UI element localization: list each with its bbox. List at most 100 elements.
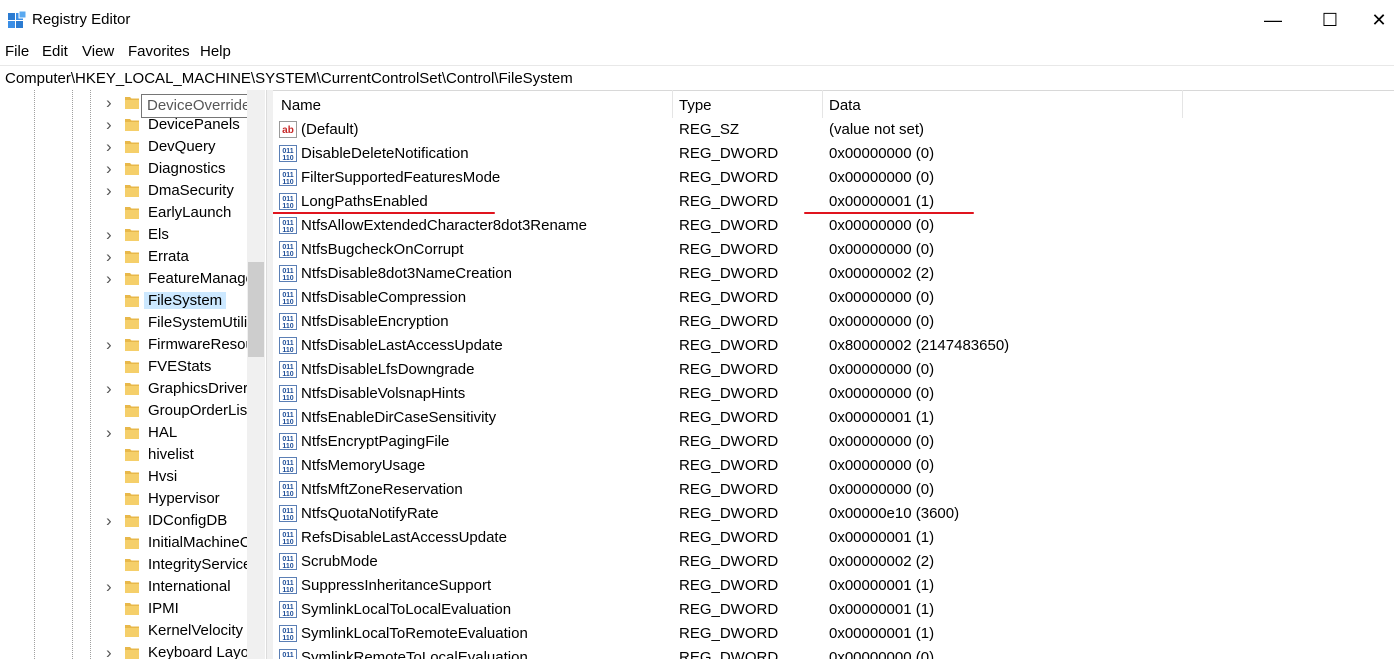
menu-favorites[interactable]: Favorites xyxy=(128,43,190,60)
tree-item[interactable]: KernelVelocity xyxy=(0,620,250,642)
value-row[interactable]: 011 110 NtfsEnableDirCaseSensitivity REG_DW… xyxy=(273,406,1394,430)
tree-item[interactable]: FVEStats xyxy=(0,356,250,378)
tree-item[interactable]: hivelist xyxy=(0,444,250,466)
value-row[interactable]: 011 110 NtfsBugcheckOnCorrupt REG_DWORD 0x00… xyxy=(273,238,1394,262)
column-divider[interactable] xyxy=(822,90,823,118)
tree-item-label: IntegrityService xyxy=(148,556,252,573)
tree-item[interactable]: › DevicePanels xyxy=(0,114,250,136)
column-header-name[interactable]: Name xyxy=(281,97,321,114)
chevron-right-icon[interactable]: › xyxy=(106,226,118,243)
value-row[interactable]: 011 110 NtfsDisableLastAccessUpdate REG_DWO… xyxy=(273,334,1394,358)
value-row[interactable]: 011 110 NtfsAllowExtendedCharacter8dot3Ren… xyxy=(273,214,1394,238)
value-row[interactable]: 011 110 NtfsDisableEncryption REG_DWORD 0x00… xyxy=(273,310,1394,334)
tree-item[interactable]: › FirmwareResou xyxy=(0,334,254,356)
binary-value-icon: 011110 xyxy=(279,265,297,282)
tree-item[interactable]: Hvsi xyxy=(0,466,250,488)
column-header-data[interactable]: Data xyxy=(829,97,861,114)
binary-value-icon: 011110 xyxy=(279,577,297,594)
value-row[interactable]: 011 110 RefsDisableLastAccessUpdate REG_DWO… xyxy=(273,526,1394,550)
chevron-right-icon[interactable]: › xyxy=(106,116,118,133)
tree-item[interactable]: IPMI xyxy=(0,598,250,620)
value-data: 0x00000000 (0) xyxy=(829,457,935,474)
value-name: NtfsEncryptPagingFile xyxy=(301,433,450,450)
value-list[interactable]: Name Type Data ab (Default) REG_SZ (value n… xyxy=(273,90,1394,659)
tree-item[interactable]: › GraphicsDriver xyxy=(0,378,250,400)
column-header-type[interactable]: Type xyxy=(679,97,712,114)
chevron-right-icon[interactable]: › xyxy=(106,138,118,155)
column-divider[interactable] xyxy=(672,90,673,118)
tree-item[interactable]: › Els xyxy=(0,224,250,246)
value-row[interactable]: 011 110 NtfsMftZoneReservation REG_DWORD 0x0… xyxy=(273,478,1394,502)
value-type: REG_DWORD xyxy=(679,433,779,450)
menu-view[interactable]: View xyxy=(82,43,114,60)
tree-item-label: InitialMachineC xyxy=(148,534,251,551)
chevron-right-icon[interactable]: › xyxy=(106,578,118,595)
pane-splitter[interactable] xyxy=(266,90,273,659)
chevron-right-icon[interactable]: › xyxy=(106,248,118,265)
maximize-button[interactable]: ☐ xyxy=(1307,0,1353,40)
address-bar[interactable]: Computer\HKEY_LOCAL_MACHINE\SYSTEM\Curre… xyxy=(0,65,1394,91)
tree-item[interactable]: › Keyboard Layo xyxy=(0,642,250,659)
chevron-right-icon[interactable]: › xyxy=(106,644,118,659)
tree-item[interactable]: GroupOrderList xyxy=(0,400,252,422)
menu-edit[interactable]: Edit xyxy=(42,43,68,60)
menu-help[interactable]: Help xyxy=(200,43,231,60)
tree-item[interactable]: › Diagnostics xyxy=(0,158,250,180)
chevron-right-icon[interactable]: › xyxy=(106,94,118,111)
menu-file[interactable]: File xyxy=(5,43,29,60)
value-row[interactable]: 011 110 SymlinkLocalToRemoteEvaluation REG_… xyxy=(273,622,1394,646)
value-row[interactable]: 011 110 NtfsDisableVolsnapHints REG_DWORD 0x… xyxy=(273,382,1394,406)
value-row[interactable]: 011 110 LongPathsEnabled REG_DWORD 0x0000000… xyxy=(273,190,1394,214)
value-name: NtfsBugcheckOnCorrupt xyxy=(301,241,464,258)
svg-text:011: 011 xyxy=(282,220,293,227)
value-name: NtfsDisable8dot3NameCreation xyxy=(301,265,512,282)
tree-item[interactable]: › HAL xyxy=(0,422,250,444)
tree-item[interactable]: IntegrityService xyxy=(0,554,252,576)
value-row[interactable]: 011 110 NtfsMemoryUsage REG_DWORD 0x00000000… xyxy=(273,454,1394,478)
value-type: REG_DWORD xyxy=(679,361,779,378)
tree-item[interactable]: › DevQuery xyxy=(0,136,250,158)
address-path[interactable]: Computer\HKEY_LOCAL_MACHINE\SYSTEM\Curre… xyxy=(5,70,573,87)
value-row[interactable]: 011 110 NtfsEncryptPagingFile REG_DWORD 0x00… xyxy=(273,430,1394,454)
tree-scrollbar-thumb[interactable] xyxy=(248,262,264,357)
tree-item-label: GroupOrderList xyxy=(148,402,252,419)
value-row[interactable]: 011 110 NtfsDisableCompression REG_DWORD 0x0… xyxy=(273,286,1394,310)
chevron-right-icon[interactable]: › xyxy=(106,380,118,397)
chevron-right-icon[interactable]: › xyxy=(106,336,118,353)
value-row[interactable]: 011 110 DisableDeleteNotification REG_DWORD… xyxy=(273,142,1394,166)
minimize-button[interactable]: — xyxy=(1250,0,1296,40)
tree-item[interactable]: › DeviceOverrides xyxy=(0,92,264,118)
close-button[interactable]: ✕ xyxy=(1364,0,1394,40)
value-row[interactable]: 011 110 SymlinkLocalToLocalEvaluation REG_D… xyxy=(273,598,1394,622)
chevron-right-icon[interactable]: › xyxy=(106,270,118,287)
tree-item[interactable]: Hypervisor xyxy=(0,488,250,510)
svg-text:110: 110 xyxy=(282,155,293,162)
value-name: ScrubMode xyxy=(301,553,378,570)
tree-item[interactable]: › International xyxy=(0,576,250,598)
value-row[interactable]: 011 110 ScrubMode REG_DWORD 0x00000002 (2) xyxy=(273,550,1394,574)
tree-item[interactable]: FileSystem xyxy=(0,290,250,312)
value-row[interactable]: 011 110 NtfsDisable8dot3NameCreation REG_DW… xyxy=(273,262,1394,286)
tree-item[interactable]: EarlyLaunch xyxy=(0,202,250,224)
tree-item[interactable]: FileSystemUtili xyxy=(0,312,250,334)
tree-scrollbar[interactable] xyxy=(247,90,265,659)
tree-item[interactable]: › IDConfigDB xyxy=(0,510,250,532)
tree-item[interactable]: InitialMachineC xyxy=(0,532,251,554)
key-tree[interactable]: › DeviceOverrides › DevicePanels › DevQuery › D… xyxy=(0,90,266,659)
value-row[interactable]: ab (Default) REG_SZ (value not set) xyxy=(273,118,1394,142)
value-row[interactable]: 011 110 FilterSupportedFeaturesMode REG_DWO… xyxy=(273,166,1394,190)
value-row[interactable]: 011 110 NtfsQuotaNotifyRate REG_DWORD 0x0000… xyxy=(273,502,1394,526)
tree-item[interactable]: › FeatureManage xyxy=(0,268,254,290)
value-row[interactable]: 011110 SymlinkRemoteToLocalEvaluation REG_… xyxy=(273,646,1394,659)
value-row[interactable]: 011 110 NtfsDisableLfsDowngrade REG_DWORD 0x… xyxy=(273,358,1394,382)
value-row[interactable]: 011 110 SuppressInheritanceSupport REG_DWOR… xyxy=(273,574,1394,598)
chevron-right-icon[interactable]: › xyxy=(106,512,118,529)
chevron-right-icon[interactable]: › xyxy=(106,182,118,199)
chevron-right-icon[interactable]: › xyxy=(106,424,118,441)
folder-icon xyxy=(125,339,139,351)
chevron-right-icon[interactable]: › xyxy=(106,160,118,177)
column-divider[interactable] xyxy=(1182,90,1183,118)
tree-item[interactable]: › Errata xyxy=(0,246,250,268)
tree-item-label: EarlyLaunch xyxy=(148,204,232,221)
tree-item[interactable]: › DmaSecurity xyxy=(0,180,250,202)
